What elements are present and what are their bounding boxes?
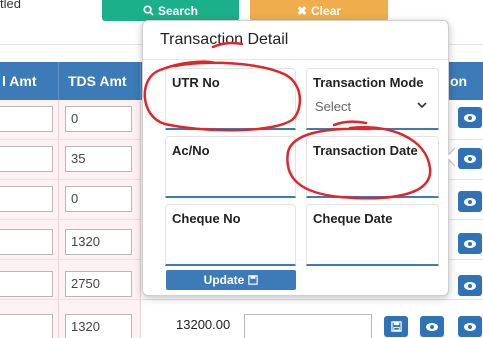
eye-icon: [464, 239, 476, 248]
cheque-no-label: Cheque No: [172, 211, 241, 226]
amount-input[interactable]: [0, 271, 53, 297]
save-icon: [248, 275, 259, 285]
view-button[interactable]: [458, 275, 482, 296]
tds-amount-input[interactable]: 0: [65, 186, 132, 212]
tds-amount-input[interactable]: 2750: [65, 271, 132, 297]
tds-amount-input[interactable]: 0: [65, 106, 132, 132]
transaction-mode-label: Transaction Mode: [313, 75, 424, 90]
update-button[interactable]: Update: [166, 270, 296, 290]
view-button[interactable]: [458, 316, 482, 337]
tds-amount-input[interactable]: 1320: [65, 314, 132, 338]
eye-icon: [464, 281, 476, 290]
divider: [143, 59, 448, 60]
ac-no-label: Ac/No: [172, 143, 210, 158]
cheque-no-field[interactable]: Cheque No: [165, 204, 296, 266]
search-button-label: Search: [157, 3, 199, 18]
popover-arrow: [447, 148, 456, 166]
clear-button[interactable]: ✖ Clear: [250, 0, 388, 21]
eye-icon: [464, 113, 476, 122]
amount-input[interactable]: [0, 106, 53, 132]
ac-no-field[interactable]: Ac/No: [165, 136, 296, 198]
eye-icon: [464, 322, 476, 331]
transaction-date-field[interactable]: Transaction Date: [306, 136, 439, 198]
cheque-date-field[interactable]: Cheque Date: [306, 204, 439, 266]
header-divider: [58, 62, 59, 100]
column-header-action: on: [450, 73, 468, 89]
eye-icon: [426, 322, 438, 331]
view-button[interactable]: [420, 316, 444, 337]
amount-input[interactable]: [0, 229, 53, 255]
utr-no-label: UTR No: [172, 75, 220, 90]
transaction-mode-select[interactable]: Transaction Mode Select: [306, 68, 439, 130]
eye-icon: [464, 197, 476, 206]
amount-input[interactable]: [0, 186, 53, 212]
save-icon: [390, 321, 402, 332]
close-icon: ✖: [296, 3, 308, 18]
save-button[interactable]: [384, 316, 408, 337]
chevron-down-icon: [417, 102, 427, 109]
cheque-date-label: Cheque Date: [313, 211, 393, 226]
transaction-mode-value: Select: [315, 99, 352, 114]
column-header-tds-amt: TDS Amt: [68, 73, 127, 89]
tds-amount-input[interactable]: 1320: [65, 229, 132, 255]
page-title-partial: tled: [0, 0, 21, 11]
column-header-amt: l Amt: [2, 73, 37, 89]
amount-value: 13200.00: [176, 317, 231, 332]
view-button[interactable]: [458, 107, 482, 128]
transaction-date-label: Transaction Date: [313, 143, 418, 158]
tds-amount-input[interactable]: 35: [65, 146, 132, 172]
popover-title: Transaction Detail: [160, 31, 289, 48]
amount-input[interactable]: [0, 146, 53, 172]
clear-button-label: Clear: [311, 3, 342, 18]
utr-no-field[interactable]: UTR No: [165, 68, 296, 130]
view-button[interactable]: [458, 233, 482, 254]
row-divider: [0, 299, 483, 300]
amount-input[interactable]: [0, 314, 53, 338]
header-divider: [140, 62, 141, 100]
transaction-detail-popover: Transaction Detail UTR No Transaction Mo…: [142, 20, 449, 296]
remarks-input[interactable]: [244, 314, 372, 338]
view-button[interactable]: [458, 191, 482, 212]
update-button-label: Update: [203, 273, 245, 287]
search-icon: [143, 5, 154, 16]
view-button[interactable]: [458, 148, 482, 169]
search-button[interactable]: Search: [102, 0, 239, 21]
eye-icon: [464, 154, 476, 163]
